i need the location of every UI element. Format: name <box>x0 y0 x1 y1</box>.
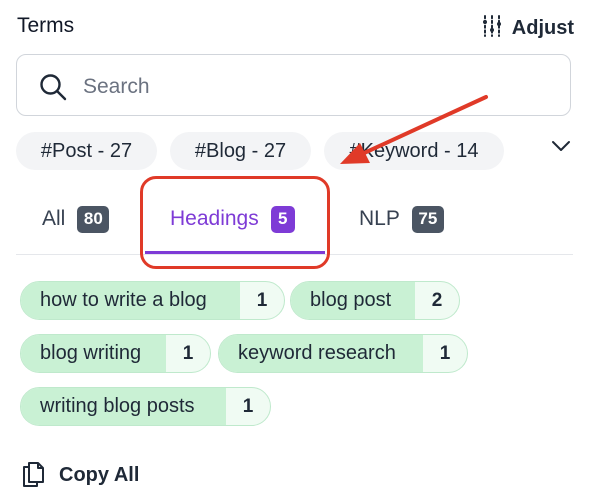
chevron-down-icon <box>550 141 572 158</box>
term-text: blog post <box>291 282 415 319</box>
filter-chip-keyword[interactable]: #Keyword - 14 <box>324 132 504 170</box>
tab-all-label: All <box>42 207 66 230</box>
term-chip[interactable]: keyword research 1 <box>218 334 468 373</box>
tab-all-count: 80 <box>77 205 110 233</box>
search-icon <box>38 72 68 107</box>
term-count: 1 <box>242 395 254 417</box>
filter-chip-blog[interactable]: #Blog - 27 <box>170 132 311 170</box>
panel-title: Terms <box>17 14 75 37</box>
active-tab-indicator <box>145 251 325 254</box>
tab-headings[interactable]: Headings 5 <box>170 185 295 253</box>
term-text: writing blog posts <box>21 388 226 425</box>
tab-all[interactable]: All 80 <box>42 185 110 253</box>
tab-nlp-label: NLP <box>359 207 400 230</box>
copy-all-button[interactable]: Copy All <box>20 458 139 493</box>
search-input[interactable] <box>81 71 555 103</box>
term-chip[interactable]: writing blog posts 1 <box>20 387 271 426</box>
filter-chip-post[interactable]: #Post - 27 <box>16 132 157 170</box>
term-chip[interactable]: how to write a blog 1 <box>20 281 285 320</box>
tab-nlp[interactable]: NLP 75 <box>359 185 444 253</box>
sliders-icon <box>480 14 504 43</box>
tab-headings-count: 5 <box>270 205 295 233</box>
tab-bar: All 80 Headings 5 NLP 75 <box>16 185 573 255</box>
terms-header: Terms Adjust <box>17 12 574 42</box>
copy-all-label: Copy All <box>59 464 140 486</box>
term-text: blog writing <box>21 335 166 372</box>
term-chip[interactable]: blog writing 1 <box>20 334 211 373</box>
adjust-button[interactable]: Adjust <box>480 14 574 43</box>
search-box <box>16 54 571 116</box>
copy-icon <box>20 458 46 493</box>
term-count: 1 <box>256 289 268 311</box>
adjust-label: Adjust <box>511 17 574 39</box>
term-chip[interactable]: blog post 2 <box>290 281 460 320</box>
expand-filters-button[interactable] <box>550 138 572 159</box>
term-count: 1 <box>439 342 451 364</box>
term-count: 1 <box>182 342 194 364</box>
term-text: how to write a blog <box>21 282 240 319</box>
tab-nlp-count: 75 <box>411 205 444 233</box>
tab-headings-label: Headings <box>170 207 259 230</box>
term-count: 2 <box>431 289 443 311</box>
term-text: keyword research <box>219 335 423 372</box>
